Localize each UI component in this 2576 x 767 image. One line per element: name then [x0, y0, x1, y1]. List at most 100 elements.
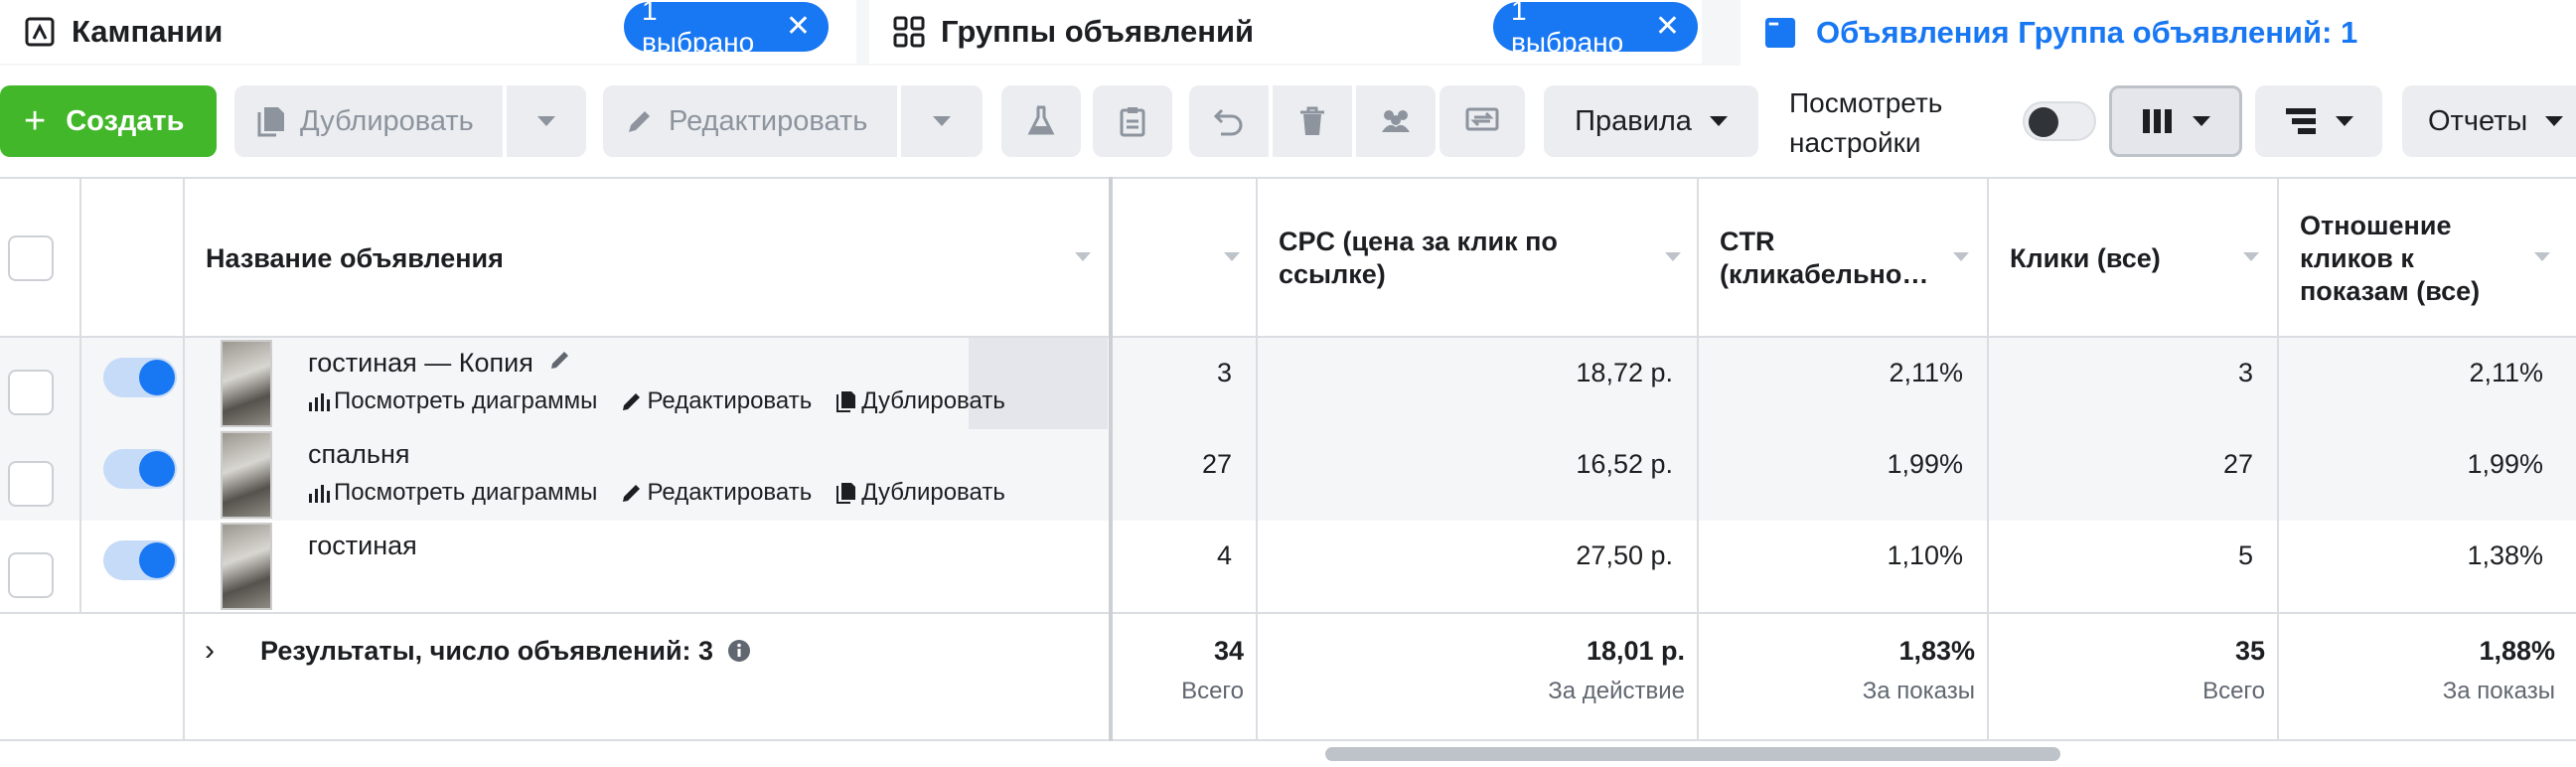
info-icon[interactable] — [727, 639, 751, 663]
edit-button[interactable]: Редактировать — [603, 85, 897, 157]
reports-button[interactable]: Отчеты — [2402, 85, 2576, 157]
column-divider — [1987, 177, 1989, 741]
view-charts-link[interactable]: Посмотреть диаграммы — [308, 479, 597, 507]
table-row[interactable]: гостиная 4 27,50 р. 1,10% 5 1,38% — [0, 521, 2576, 612]
header-clicks[interactable]: Клики (все) — [2010, 179, 2238, 338]
cell-clicks: 27 — [2222, 449, 2253, 479]
header-ctr-all-label: Отношение кликов к показам (все) — [2300, 210, 2481, 306]
table-row[interactable]: гостиная — Копия Посмотреть диаграммы Ре… — [0, 338, 2576, 429]
toggle-knob — [2029, 107, 2058, 137]
edit-link[interactable]: Редактировать — [621, 387, 812, 415]
pencil-icon — [623, 485, 641, 502]
header-name[interactable]: Название объявления — [206, 179, 1080, 338]
header-ctr-all[interactable]: Отношение кликов к показам (все) — [2300, 179, 2528, 338]
caret-down-icon — [2336, 116, 2353, 126]
edit-link[interactable]: Редактировать — [621, 479, 812, 507]
trash-icon — [1300, 106, 1324, 135]
view-settings-toggle[interactable] — [2023, 101, 2096, 141]
tab-adsets[interactable]: Группы объявлений 1 выбрано ✕ — [869, 0, 1702, 64]
ad-name-link[interactable]: гостиная — Копия — [308, 348, 572, 379]
ad-status-toggle[interactable] — [103, 358, 177, 397]
header-ctr-label: CTR (кликабельно… — [1720, 227, 1929, 289]
swap-icon — [1465, 107, 1499, 131]
sort-icon[interactable] — [1665, 252, 1681, 261]
delete-button[interactable] — [1273, 85, 1352, 157]
toggle-knob — [139, 451, 175, 487]
duplicate-icon — [836, 483, 856, 504]
cell-clicks: 3 — [2237, 358, 2253, 387]
sort-icon[interactable] — [2534, 252, 2550, 261]
plus-icon: + — [24, 100, 47, 142]
clipboard-button[interactable] — [1093, 85, 1172, 157]
summary-clicks: 35 — [2234, 636, 2265, 666]
header-cpc[interactable]: CPC (цена за клик по ссылке) — [1279, 179, 1646, 338]
ad-thumbnail[interactable] — [221, 431, 272, 519]
caret-down-icon — [933, 116, 951, 126]
sort-icon[interactable] — [1953, 252, 1969, 261]
ad-thumbnail[interactable] — [221, 523, 272, 610]
close-icon[interactable]: ✕ — [786, 12, 811, 42]
sort-icon[interactable] — [2243, 252, 2259, 261]
edit-label: Редактировать — [647, 387, 813, 414]
header-ctr[interactable]: CTR (кликабельно… — [1720, 179, 1948, 338]
ab-test-button[interactable] — [1001, 85, 1081, 157]
ad-thumbnail[interactable] — [221, 340, 272, 427]
undo-icon — [1213, 108, 1243, 136]
columns-icon — [2143, 109, 2172, 133]
clipboard-icon — [1120, 107, 1145, 137]
ad-status-toggle[interactable] — [103, 449, 177, 489]
view-charts-link[interactable]: Посмотреть диаграммы — [308, 387, 597, 415]
cell-cpc: 27,50 р. — [1576, 540, 1673, 570]
rules-button[interactable]: Правила — [1544, 85, 1758, 157]
horizontal-scrollbar[interactable] — [1325, 747, 2060, 761]
row-checkbox[interactable] — [8, 370, 54, 415]
edit-label: Редактировать — [647, 479, 813, 506]
chevron-right-icon[interactable]: › — [205, 634, 215, 668]
column-divider — [79, 177, 81, 612]
row-checkbox[interactable] — [8, 461, 54, 507]
tab-ads-label: Объявления Группа объявлений: 1 — [1816, 15, 2358, 50]
chart-icon — [309, 393, 330, 411]
create-button[interactable]: + Создать — [0, 85, 217, 157]
undo-button[interactable] — [1189, 85, 1269, 157]
compare-button[interactable] — [1440, 85, 1525, 157]
breakdown-icon — [2286, 108, 2316, 134]
row-hover-highlight — [969, 338, 1108, 429]
view-charts-label: Посмотреть диаграммы — [334, 387, 598, 414]
tab-campaigns[interactable]: Кампании 1 выбрано ✕ — [0, 0, 856, 64]
duplicate-link[interactable]: Дублировать — [835, 479, 1005, 507]
breakdown-button[interactable] — [2255, 85, 2382, 157]
sort-icon[interactable] — [1075, 252, 1091, 261]
duplicate-link[interactable]: Дублировать — [835, 387, 1005, 415]
duplicate-icon — [836, 391, 856, 412]
tab-campaigns-label: Кампании — [72, 14, 224, 49]
tab-ads[interactable]: Объявления Группа объявлений: 1 — [1741, 0, 2576, 66]
campaigns-selected-chip[interactable]: 1 выбрано ✕ — [624, 0, 829, 58]
edit-dropdown-button[interactable] — [901, 85, 983, 157]
toggle-knob — [139, 360, 175, 395]
column-divider — [1697, 177, 1699, 741]
ad-name-link[interactable]: гостиная — [308, 531, 417, 561]
summary-title-text: Результаты, число объявлений: 3 — [260, 636, 714, 666]
caret-down-icon — [2193, 116, 2210, 126]
column-divider — [2277, 177, 2279, 741]
ad-name-link[interactable]: спальня — [308, 439, 410, 470]
duplicate-button[interactable]: Дублировать — [234, 85, 503, 157]
adsets-selected-chip[interactable]: 1 выбрано ✕ — [1493, 0, 1698, 58]
ad-status-toggle[interactable] — [103, 540, 177, 580]
pencil-icon[interactable] — [548, 348, 572, 372]
cell-ctr-all: 2,11% — [2469, 358, 2543, 387]
duplicate-dropdown-button[interactable] — [507, 85, 586, 157]
sort-icon[interactable] — [1224, 252, 1240, 261]
select-all-checkbox[interactable] — [8, 235, 54, 281]
table-row[interactable]: спальня Посмотреть диаграммы Редактирова… — [0, 429, 2576, 521]
summary-ctr-sub: За показы — [1862, 678, 1975, 704]
ad-name-text: гостиная — Копия — [308, 348, 533, 378]
columns-button[interactable] — [2109, 85, 2242, 157]
ads-table: Название объявления CPC (цена за клик по… — [0, 177, 2576, 743]
caret-down-icon — [537, 116, 555, 126]
audience-button[interactable] — [1356, 85, 1436, 157]
edit-label: Редактировать — [669, 104, 868, 137]
row-checkbox[interactable] — [8, 552, 54, 598]
close-icon[interactable]: ✕ — [1655, 12, 1680, 42]
